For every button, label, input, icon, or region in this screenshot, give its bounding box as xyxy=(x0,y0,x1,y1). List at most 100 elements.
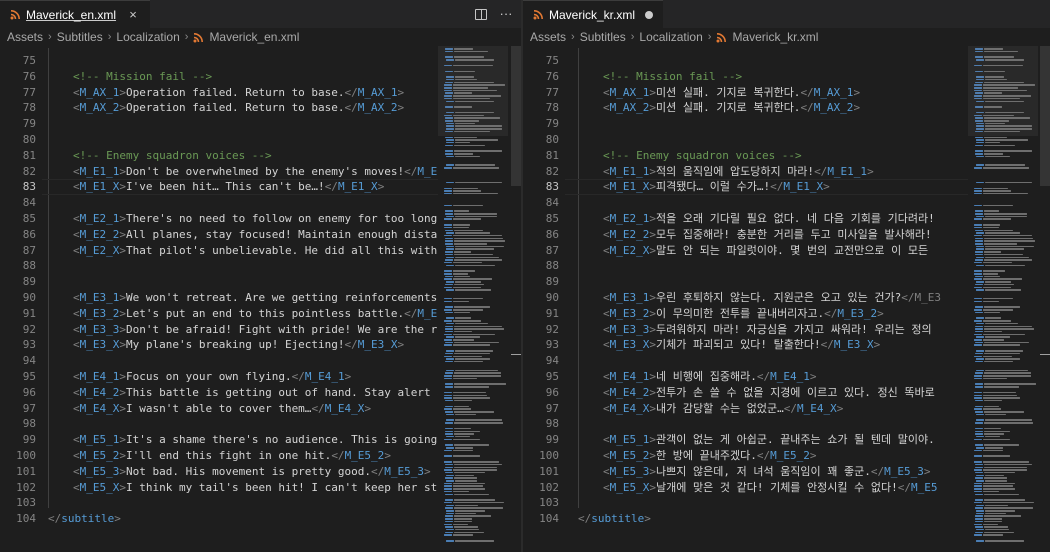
minimap-viewport[interactable] xyxy=(438,46,508,136)
tag-bracket: > xyxy=(649,164,656,178)
subtitle-text[interactable]: 말도 안 되는 파일럿이야. 몇 번의 교전만으로 이 모든 xyxy=(656,244,928,257)
subtitle-text[interactable]: I wasn't able to cover them… xyxy=(126,402,311,415)
line-number: 76 xyxy=(545,69,559,83)
tag-bracket: < xyxy=(73,85,80,99)
minimap[interactable] xyxy=(968,46,1038,552)
subtitle-text[interactable]: 기체가 파괴되고 있다! 탈출한다! xyxy=(656,338,821,351)
subtitle-text[interactable]: It's a shame there's no audience. This i… xyxy=(126,433,438,446)
line-number: 75 xyxy=(22,54,36,67)
line-number: 100 xyxy=(16,449,36,462)
scrollbar-thumb[interactable] xyxy=(511,46,521,186)
subtitle-text[interactable]: 미션 실패. 기지로 복귀한다. xyxy=(656,101,800,114)
tab-maverick-en[interactable]: Maverick_en.xml × xyxy=(0,0,151,28)
tag-bracket: </ xyxy=(344,101,358,115)
minimap-line xyxy=(453,482,485,485)
tag-bracket: > xyxy=(119,480,126,494)
minimap-line xyxy=(985,358,1020,360)
unsaved-dot-icon[interactable] xyxy=(645,10,654,19)
minimap-line xyxy=(984,325,1032,328)
subtitle-text[interactable]: Not bad. His movement is pretty good. xyxy=(126,465,371,478)
subtitle-text[interactable]: 모두 집중해라! 충분한 거리를 두고 미사일을 발사해라! xyxy=(656,228,932,241)
subtitle-text[interactable]: There's no need to follow on enemy for t… xyxy=(126,212,438,225)
split-editor-icon[interactable] xyxy=(475,8,487,20)
breadcrumb-item-file[interactable]: Maverick_kr.xml xyxy=(716,30,818,44)
subtitle-text[interactable]: I'll end this fight in one hit. xyxy=(126,449,331,462)
minimap-line xyxy=(454,466,497,469)
subtitle-text[interactable]: Operation failed. Return to base. xyxy=(126,101,345,114)
breadcrumb-item-localization[interactable]: Localization xyxy=(116,30,179,44)
subtitle-text[interactable]: 나쁘지 않은데, 저 녀석 움직임이 꽤 좋군. xyxy=(656,465,871,478)
tag-bracket: > xyxy=(649,101,656,115)
minimap-line xyxy=(453,455,480,457)
tag-bracket: < xyxy=(73,306,80,320)
minimap-line xyxy=(446,215,454,218)
minimap-line xyxy=(974,394,982,397)
breadcrumb-item-subtitles[interactable]: Subtitles xyxy=(57,30,103,44)
line-number: 92 xyxy=(545,322,559,336)
vertical-scrollbar[interactable] xyxy=(1040,46,1050,552)
tab-maverick-kr[interactable]: Maverick_kr.xml xyxy=(523,0,664,28)
minimap-line xyxy=(974,469,982,471)
breadcrumb-item-file[interactable]: Maverick_en.xml xyxy=(193,30,299,44)
subtitle-text[interactable]: We won't retreat. Are we getting reinfor… xyxy=(126,291,438,304)
subtitle-text[interactable]: 이 무의미한 전투를 끝내버리자고. xyxy=(656,307,824,320)
code-line: <M_E4_2>전투가 손 쓸 수 없을 지경에 이르고 있다. 정신 똑바로 xyxy=(603,385,968,401)
code-editor[interactable]: 75 76 <!-- Mission fail --> 77 <M_AX_1>Opera… xyxy=(0,46,521,552)
subtitle-text[interactable]: Don't be afraid! Fight with pride! We ar… xyxy=(126,323,438,336)
vertical-scrollbar[interactable] xyxy=(511,46,521,552)
breadcrumb-item-localization[interactable]: Localization xyxy=(639,30,702,44)
scrollbar-thumb[interactable] xyxy=(1040,46,1050,186)
line-number: 99 xyxy=(545,433,559,447)
subtitle-text[interactable]: Let's put an end to this pointless battl… xyxy=(126,307,404,320)
subtitle-text[interactable]: 피격됐다… 이럴 수가…! xyxy=(656,180,770,193)
subtitle-text[interactable]: 적을 오래 기다릴 필요 없다. 네 다음 기회를 기다려라! xyxy=(656,212,935,225)
subtitle-text[interactable]: Focus on your own flying. xyxy=(126,370,292,383)
subtitle-text[interactable]: 내가 감당할 수는 없었군… xyxy=(656,402,784,415)
subtitle-text[interactable]: My plane's breaking up! Ejecting! xyxy=(126,338,345,351)
subtitle-text[interactable]: This battle is getting out of hand. Stay… xyxy=(126,386,438,399)
minimap-line xyxy=(453,309,483,311)
subtitle-text[interactable]: Operation failed. Return to base. xyxy=(126,86,345,99)
minimap-line xyxy=(975,466,983,469)
subtitle-text[interactable]: 날개에 맞은 것 같다! 기체를 안정시킬 수 없다! xyxy=(656,481,898,494)
tag-name: M_E3_X xyxy=(79,338,120,352)
minimap[interactable] xyxy=(438,46,508,552)
minimap-line xyxy=(444,204,452,207)
minimap-line xyxy=(976,181,984,184)
subtitle-text[interactable]: I think my tail's been hit! I can't keep… xyxy=(126,481,438,494)
code-line: <M_E4_2>This battle is getting out of ha… xyxy=(73,385,438,401)
code-line: <M_E1_1>적의 움직임에 압도당하지 마라!</M_E1_1> xyxy=(603,164,968,180)
minimap-line xyxy=(445,240,453,242)
minimap-line xyxy=(984,520,1002,523)
minimap-line xyxy=(455,141,470,144)
breadcrumb-item-assets[interactable]: Assets xyxy=(7,30,43,44)
subtitle-text[interactable]: That pilot's unbelievable. He did all th… xyxy=(126,244,438,257)
minimap-line xyxy=(985,317,1001,319)
code-line: <M_E5_1>관객이 없는 게 아쉽군. 끝내주는 쇼가 될 텐데 말이야. xyxy=(603,432,968,448)
minimap-viewport[interactable] xyxy=(968,46,1038,136)
subtitle-text[interactable]: 네 비행에 집중해라. xyxy=(656,370,757,383)
subtitle-text[interactable]: Don't be overwhelmed by the enemy's move… xyxy=(126,165,404,178)
subtitle-text[interactable]: 적의 움직임에 압도당하지 마라! xyxy=(656,165,814,178)
minimap-line xyxy=(983,449,1003,452)
subtitle-text[interactable]: 관객이 없는 게 아쉽군. 끝내주는 쇼가 될 텐데 말이야. xyxy=(656,433,935,446)
breadcrumb-item-assets[interactable]: Assets xyxy=(530,30,566,44)
close-icon[interactable]: × xyxy=(126,7,140,22)
subtitle-text[interactable]: All planes, stay focused! Maintain enoug… xyxy=(126,228,438,241)
breadcrumb-item-subtitles[interactable]: Subtitles xyxy=(580,30,626,44)
code-editor[interactable]: 75 76 <!-- Mission fail --> 77 <M_AX_1>미션 실패… xyxy=(523,46,1050,552)
tag-bracket: > xyxy=(119,243,126,257)
line-number: 96 xyxy=(22,385,36,399)
code-line: <M_E3_X>기체가 파괴되고 있다! 탈출한다!</M_E3_X> xyxy=(603,337,968,353)
subtitle-text[interactable]: 전투가 손 쓸 수 없을 지경에 이르고 있다. 정신 똑바로 xyxy=(656,386,935,399)
subtitle-text[interactable]: 두려워하지 마라! 자긍심을 가지고 싸워라! 우리는 정의 xyxy=(656,323,932,336)
subtitle-text[interactable]: 미션 실패. 기지로 복귀한다. xyxy=(656,86,800,99)
line-number: 92 xyxy=(22,322,36,336)
minimap-line xyxy=(453,394,487,397)
minimap-line xyxy=(453,224,470,226)
subtitle-text[interactable]: I've been hit… This can't be…! xyxy=(126,180,325,193)
more-actions-icon[interactable]: ··· xyxy=(499,7,513,21)
subtitle-text[interactable]: 한 방에 끝내주겠다. xyxy=(656,449,757,462)
subtitle-text[interactable]: 우린 후퇴하지 않는다. 지원군은 오고 있는 건가? xyxy=(656,291,901,304)
